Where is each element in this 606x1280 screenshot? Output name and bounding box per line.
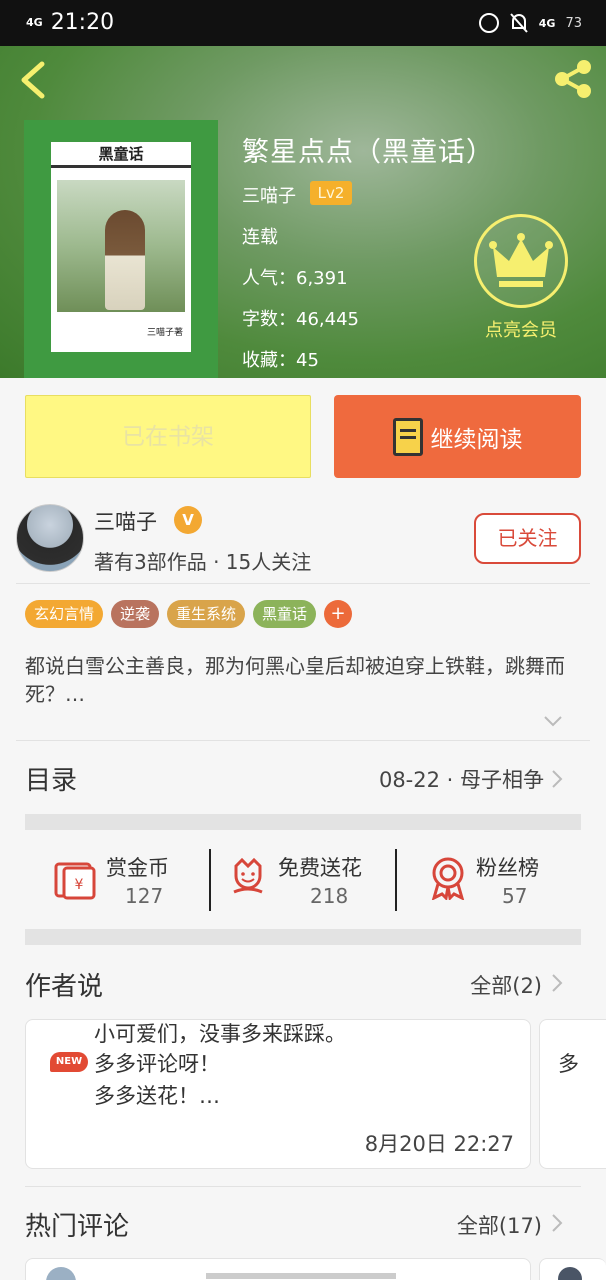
svg-text:¥: ¥	[75, 877, 84, 893]
chevron-down-icon[interactable]	[543, 714, 563, 728]
note-line: 多多评论呀！	[94, 1052, 220, 1076]
stat-label: 免费送花	[278, 856, 362, 880]
signal-indicator: 4G	[26, 15, 43, 29]
author-avatar[interactable]	[16, 504, 84, 572]
commenter-avatar	[46, 1267, 76, 1280]
book-header: 4G 21:20 4G 73 黑童话 三喵子著 繁星点点（黑童话） 三喵子 Lv…	[0, 0, 606, 378]
back-arrow-icon[interactable]	[16, 60, 52, 100]
stat-value: 127	[125, 884, 164, 908]
book-word-count: 字数：46,445	[242, 309, 359, 330]
comment-placeholder	[206, 1273, 396, 1279]
book-title: 繁星点点（黑童话）	[242, 137, 494, 168]
continue-reading-button[interactable]: 继续阅读	[334, 395, 581, 478]
commenter-avatar	[558, 1267, 582, 1280]
alarm-icon	[478, 13, 499, 33]
cover-title: 黑童话	[51, 142, 191, 168]
note-line: 小可爱们，没事多来踩踩。	[94, 1022, 346, 1046]
stat-separator	[209, 849, 211, 911]
divider	[25, 1186, 581, 1187]
comment-card[interactable]	[25, 1258, 531, 1280]
level-badge: Lv2	[310, 181, 352, 205]
crown-icon	[489, 233, 553, 287]
new-badge: NEW	[50, 1052, 88, 1072]
tag[interactable]: 玄幻言情	[25, 600, 104, 628]
author-says-all-link[interactable]: 全部(2)	[470, 970, 542, 1000]
chevron-right-icon[interactable]	[550, 972, 564, 994]
tag[interactable]: 黑童话	[253, 600, 317, 628]
book-favorites: 收藏：45	[242, 350, 319, 371]
stat-separator	[395, 849, 397, 911]
catalog-title[interactable]: 目录	[25, 760, 77, 797]
send-flowers-button[interactable]: 免费送花 218	[230, 846, 390, 912]
battery-level: 73	[565, 15, 582, 31]
status-bar: 4G 21:20 4G 73	[0, 0, 606, 46]
author-stats: 著有3部作品 · 15人关注	[94, 550, 312, 574]
divider	[16, 740, 590, 741]
cover-page: 黑童话 三喵子著	[51, 142, 191, 352]
author-note-card[interactable]: NEW 小可爱们，没事多来踩踩。 多多评论呀！ 多多送花！… 8月20日 22:…	[25, 1019, 531, 1169]
award-ribbon-icon	[431, 857, 465, 900]
network-indicator: 4G	[538, 16, 556, 30]
status-time: 21:20	[50, 10, 115, 35]
cover-author: 三喵子著	[146, 328, 183, 338]
book-cover[interactable]: 黑童话 三喵子著	[24, 120, 218, 378]
latest-chapter[interactable]: 08-22 · 母子相争	[379, 764, 544, 794]
author-note-card[interactable]: 多	[539, 1019, 606, 1169]
book-summary: 都说白雪公主善良，那为何黑心皇后却被迫穿上铁鞋，跳舞而死？…	[25, 654, 565, 706]
note-time: 8月20日 22:27	[364, 1132, 514, 1156]
vip-button[interactable]	[474, 214, 568, 308]
cover-photo	[57, 180, 185, 312]
flower-icon	[233, 858, 263, 894]
fan-ranking-button[interactable]: 粉丝榜 57	[426, 846, 576, 912]
section-separator	[25, 929, 581, 945]
tag[interactable]: 逆袭	[111, 600, 160, 628]
book-icon	[392, 417, 423, 456]
hot-comments-title: 热门评论	[25, 1212, 130, 1242]
author-says-title: 作者说	[25, 972, 104, 1002]
book-status: 连载	[242, 227, 278, 248]
note-line: 多多送花！…	[94, 1084, 220, 1108]
tag-list: 玄幻言情 逆袭 重生系统 黑童话 +	[25, 600, 353, 628]
red-envelope-icon: ¥	[54, 862, 96, 900]
stat-value: 57	[502, 884, 528, 908]
in-shelf-button[interactable]: 已在书架	[25, 395, 311, 478]
verified-badge: V	[174, 506, 202, 534]
hot-comments-all-link[interactable]: 全部(17)	[457, 1210, 542, 1240]
stat-label: 粉丝榜	[476, 856, 539, 880]
stat-value: 218	[310, 884, 349, 908]
note-line: 多	[558, 1052, 579, 1076]
divider	[16, 583, 590, 584]
book-author[interactable]: 三喵子	[242, 182, 296, 208]
follow-button[interactable]: 已关注	[474, 513, 581, 564]
tag[interactable]: 重生系统	[167, 600, 246, 628]
continue-reading-label: 继续阅读	[430, 426, 523, 453]
chevron-right-icon[interactable]	[550, 1212, 564, 1234]
stat-label: 赏金币	[106, 856, 169, 880]
bell-off-icon	[510, 13, 528, 33]
add-tag-button[interactable]: +	[324, 600, 353, 628]
share-icon[interactable]	[550, 56, 596, 102]
author-name[interactable]: 三喵子	[94, 506, 157, 536]
section-separator	[25, 814, 581, 830]
comment-card[interactable]	[539, 1258, 606, 1280]
vip-label[interactable]: 点亮会员	[470, 316, 572, 342]
book-popularity: 人气：6,391	[242, 268, 348, 289]
reward-coins-button[interactable]: ¥ 赏金币 127	[50, 846, 200, 912]
chevron-right-icon[interactable]	[550, 768, 564, 790]
cover-figure	[105, 210, 145, 310]
